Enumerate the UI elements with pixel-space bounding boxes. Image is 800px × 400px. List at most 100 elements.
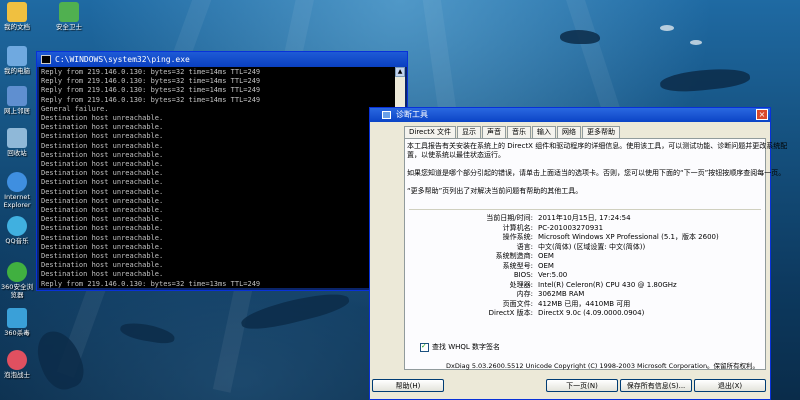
- console-line: Destination host unreachable.: [41, 160, 164, 169]
- directx-icon: [382, 111, 391, 119]
- console-line: Destination host unreachable.: [41, 150, 164, 159]
- game-icon: [7, 350, 27, 370]
- directx-titlebar[interactable]: 诊断工具 ×: [370, 108, 770, 122]
- console-line: Destination host unreachable.: [41, 261, 164, 270]
- tab-input[interactable]: 输入: [531, 126, 556, 138]
- console-line: Destination host unreachable.: [41, 233, 164, 242]
- intro-text: 本工具报告有关安装在系统上的 DirectX 组件和驱动程序的详细信息。使用该工…: [407, 142, 788, 195]
- tab-strip: DirectX 文件 显示 声音 音乐 输入 网络 更多帮助: [404, 126, 621, 138]
- system-info-label: 系统制造商:: [495, 252, 533, 260]
- system-info-label: 当前日期/时间:: [486, 214, 533, 222]
- system-info-value: OEM: [538, 261, 554, 270]
- desktop-icon-recycle-bin[interactable]: 回收站: [0, 128, 36, 157]
- scroll-up-arrow-icon[interactable]: ▲: [395, 67, 405, 77]
- console-line: Destination host unreachable.: [41, 132, 164, 141]
- console-line: Destination host unreachable.: [41, 141, 164, 150]
- tab-directx-files[interactable]: DirectX 文件: [404, 126, 456, 138]
- computer-icon: [7, 46, 27, 66]
- console-line: Destination host unreachable.: [41, 206, 164, 215]
- system-info-row: BIOS: Ver:5.00: [405, 271, 767, 281]
- tab-music[interactable]: 音乐: [506, 126, 531, 138]
- music-icon: [7, 216, 27, 236]
- ping-console-title: C:\WINDOWS\system32\ping.exe: [55, 55, 190, 64]
- console-line: Destination host unreachable.: [41, 187, 164, 196]
- desktop-icon-internet-explorer[interactable]: Internet Explorer: [0, 172, 36, 209]
- recycle-bin-icon: [7, 128, 27, 148]
- system-info-row: 操作系统: Microsoft Windows XP Professional (…: [405, 233, 767, 243]
- console-line: Destination host unreachable.: [41, 123, 164, 132]
- dolphin: [659, 65, 751, 95]
- next-page-button[interactable]: 下一页(N): [546, 379, 618, 392]
- antivirus-icon: [7, 308, 27, 328]
- desktop-icon-my-documents[interactable]: 我的文档: [0, 2, 36, 31]
- network-icon: [7, 86, 27, 106]
- system-info-row: 系统型号: OEM: [405, 262, 767, 272]
- system-info-row: 系统制造商: OEM: [405, 252, 767, 262]
- system-info-row: 处理器: Intel(R) Celeron(R) CPU 430 @ 1.80GH…: [405, 281, 767, 291]
- desktop-icon-security-guard[interactable]: 安全卫士: [50, 2, 88, 31]
- tab-more-help[interactable]: 更多帮助: [581, 126, 620, 138]
- system-info-row: 计算机名: PC-201003270931: [405, 224, 767, 234]
- directx-title: 诊断工具: [396, 110, 428, 119]
- system-info-row: 当前日期/时间: 2011年10月15日, 17:24:54: [405, 214, 767, 224]
- console-line: Destination host unreachable.: [41, 224, 164, 233]
- save-all-info-button[interactable]: 保存所有信息(S)...: [620, 379, 692, 392]
- whql-checkbox[interactable]: 查找 WHQL 数字签名: [420, 341, 500, 352]
- system-info-label: 处理器:: [509, 280, 533, 289]
- system-info-label: 内存:: [516, 290, 533, 298]
- ping-console-window[interactable]: C:\WINDOWS\system32\ping.exe Reply from …: [36, 51, 408, 291]
- help-button[interactable]: 帮助(H): [372, 379, 444, 392]
- system-info-value: 3062MB RAM: [538, 290, 585, 298]
- copyright-text: DxDiag 5.03.2600.5512 Unicode Copyright …: [446, 362, 760, 370]
- console-output-area[interactable]: Reply from 219.146.0.130: bytes=32 time=…: [39, 67, 405, 288]
- system-info-row: 语言: 中文(简体) (区域设置: 中文(简体)): [405, 243, 767, 253]
- fish: [660, 25, 674, 31]
- checkbox-icon[interactable]: [420, 341, 429, 352]
- console-icon: [41, 55, 51, 64]
- tab-display[interactable]: 显示: [456, 126, 481, 138]
- close-button[interactable]: ×: [756, 109, 768, 120]
- desktop-icon-qq-music[interactable]: QQ音乐: [0, 216, 36, 245]
- ie-icon: [7, 172, 27, 192]
- system-info-value: 412MB 已用，4410MB 可用: [538, 299, 631, 308]
- system-info-row: 内存: 3062MB RAM: [405, 290, 767, 300]
- system-info-label: 系统型号:: [502, 261, 533, 270]
- dolphin: [560, 30, 600, 44]
- system-info-label: DirectX 版本:: [488, 309, 533, 317]
- system-tab-panel: 本工具报告有关安装在系统上的 DirectX 组件和驱动程序的详细信息。使用该工…: [404, 138, 788, 370]
- system-info-label: BIOS:: [513, 271, 533, 279]
- directx-diagnostic-window[interactable]: 诊断工具 × DirectX 文件 显示 声音 音乐 输入 网络 更多帮助 本工…: [369, 107, 788, 400]
- dolphin: [119, 320, 176, 346]
- console-line: Destination host unreachable.: [41, 196, 164, 205]
- exit-button[interactable]: 退出(X): [694, 379, 766, 392]
- system-info-value: OEM: [538, 252, 554, 260]
- system-info-value: Microsoft Windows XP Professional (5.1，版…: [538, 233, 719, 241]
- tab-sound[interactable]: 声音: [481, 126, 506, 138]
- folder-icon: [7, 2, 27, 22]
- desktop-icon-bubble-fighter[interactable]: 泡泡战士: [0, 350, 36, 379]
- console-output: Reply from 219.146.0.130: bytes=32 time=…: [39, 67, 405, 290]
- desktop-icon-360-antivirus[interactable]: 360杀毒: [0, 308, 36, 337]
- system-info-value: 中文(简体) (区域设置: 中文(简体)): [538, 242, 646, 251]
- console-line: Destination host unreachable.: [41, 169, 164, 178]
- system-info-row: 页面文件: 412MB 已用，4410MB 可用: [405, 300, 767, 310]
- console-line: Destination host unreachable.: [41, 242, 164, 251]
- system-info-value: PC-201003270931: [538, 223, 604, 232]
- console-line: Destination host unreachable.: [41, 270, 164, 279]
- console-line: Destination host unreachable.: [41, 114, 164, 123]
- console-line: Destination host unreachable.: [41, 252, 164, 261]
- desktop-icon-my-computer[interactable]: 我的电脑: [0, 46, 36, 75]
- system-info-label: 计算机名:: [502, 223, 533, 232]
- shield-icon: [59, 2, 79, 22]
- divider: [409, 209, 761, 210]
- desktop-icon-360-browser[interactable]: 360安全浏览器: [0, 262, 36, 299]
- ping-console-titlebar[interactable]: C:\WINDOWS\system32\ping.exe: [37, 52, 407, 67]
- console-line: Reply from 219.146.0.130: bytes=32 time=…: [41, 68, 261, 76]
- system-info-value: Intel(R) Celeron(R) CPU 430 @ 1.80GHz: [538, 280, 677, 289]
- console-line: Reply from 219.146.0.130: bytes=32 time=…: [41, 95, 261, 104]
- desktop-icon-network-places[interactable]: 网上邻居: [0, 86, 36, 115]
- console-line: General failure.: [41, 104, 109, 113]
- tab-network[interactable]: 网络: [556, 126, 581, 138]
- system-info-label: 页面文件:: [502, 299, 533, 308]
- system-info-label: 操作系统:: [502, 233, 533, 241]
